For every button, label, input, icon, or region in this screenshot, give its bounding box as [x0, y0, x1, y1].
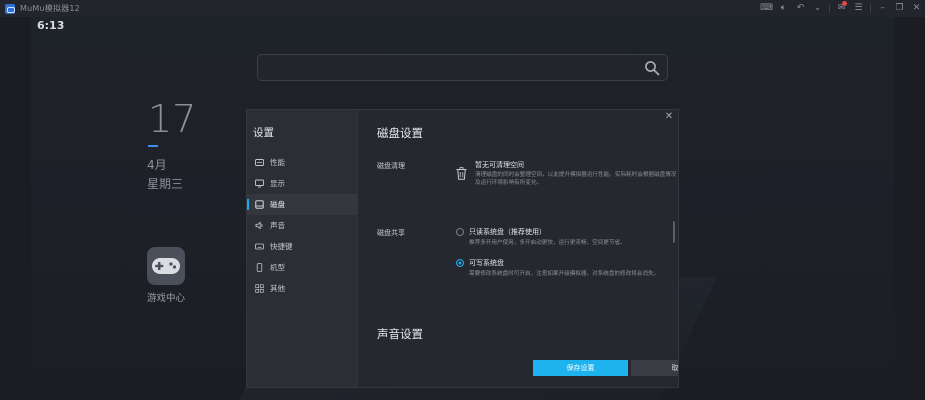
date-day: 17	[148, 97, 197, 141]
nav-label: 显示	[270, 179, 285, 188]
option-writable-description: 需要修改系统盘时可开启，注意如果升级模拟器，对系统盘的修改将会消失。	[469, 271, 660, 277]
menu-icon[interactable]: ☰	[850, 0, 867, 17]
disk-section-title: 磁盘设置	[377, 126, 423, 140]
cleanup-description: 清理磁盘的同时会整理空间，以此提升模拟器运行性能。实际耗时会根据磁盘情况及运行环…	[475, 172, 677, 186]
title-bar: MuMu模拟器12 ⌨ 🔈︎ ↶ ⌄ ✉ ☰ – ❐ ✕	[0, 0, 925, 17]
nav-label: 性能	[270, 158, 285, 167]
emulator-window: MuMu模拟器12 ⌨ 🔈︎ ↶ ⌄ ✉ ☰ – ❐ ✕ 6:13 17 4月 …	[0, 0, 925, 400]
minimize-icon[interactable]: –	[874, 0, 891, 17]
back-icon[interactable]: ↶	[792, 0, 809, 17]
notification-badge	[842, 1, 847, 6]
save-settings-button[interactable]: 保存设置	[533, 360, 628, 376]
cleanup-status: 暂无可清理空间	[475, 161, 524, 169]
disk-cleanup-label: 磁盘清理	[377, 162, 405, 170]
titlebar-divider	[870, 4, 871, 13]
nav-label: 其他	[270, 284, 285, 293]
display-icon	[255, 179, 264, 188]
search-icon[interactable]	[644, 60, 660, 76]
grid-icon	[255, 284, 264, 293]
nav-item-display[interactable]: 显示	[247, 173, 358, 194]
settings-dialog: 设置 性能 显示 磁盘 声音 快捷键 机型 其他 ✕ 磁盘设置 磁盘清理 暂无可…	[247, 110, 678, 387]
date-month: 4月	[147, 158, 167, 172]
settings-title: 设置	[253, 127, 274, 139]
restore-icon[interactable]: ❐	[891, 0, 908, 17]
nav-item-other[interactable]: 其他	[247, 278, 358, 299]
phone-icon	[255, 263, 264, 272]
disk-share-label: 磁盘共享	[377, 229, 405, 237]
nav-item-disk[interactable]: 磁盘	[247, 194, 358, 215]
nav-item-sound[interactable]: 声音	[247, 215, 358, 236]
close-icon[interactable]: ✕	[908, 0, 925, 17]
app-title: MuMu模拟器12	[20, 4, 80, 13]
nav-label: 磁盘	[270, 200, 285, 209]
sound-section-title: 声音设置	[377, 327, 423, 341]
nav-label: 机型	[270, 263, 285, 272]
radio-readonly-system-disk[interactable]	[456, 228, 464, 236]
chevron-down-icon[interactable]: ⌄	[809, 0, 826, 17]
cancel-button[interactable]: 取消	[631, 360, 678, 376]
settings-nav: 性能 显示 磁盘 声音 快捷键 机型 其他	[247, 152, 358, 299]
nav-label: 声音	[270, 221, 285, 230]
volume-icon[interactable]: 🔈︎	[775, 0, 792, 17]
settings-content[interactable]: ✕ 磁盘设置 磁盘清理 暂无可清理空间 清理磁盘的同时会整理空间，以此提升模拟器…	[358, 110, 678, 387]
titlebar-controls: ⌨ 🔈︎ ↶ ⌄ ✉ ☰ – ❐ ✕	[758, 0, 925, 17]
date-weekday: 星期三	[147, 177, 184, 191]
app-logo-icon	[5, 3, 15, 14]
disk-icon	[255, 200, 264, 209]
option-writable-title[interactable]: 可写系统盘	[469, 258, 504, 268]
settings-sidebar: 设置 性能 显示 磁盘 声音 快捷键 机型 其他	[247, 110, 358, 387]
date-accent-line	[148, 145, 158, 147]
keyboard-icon	[255, 242, 264, 251]
right-margin	[894, 17, 925, 400]
search-input[interactable]	[257, 54, 668, 81]
game-center-app-icon[interactable]	[147, 247, 185, 285]
left-margin	[0, 17, 31, 400]
nav-item-performance[interactable]: 性能	[247, 152, 358, 173]
keyboard-icon[interactable]: ⌨	[758, 0, 775, 17]
radio-writable-system-disk[interactable]	[456, 259, 464, 267]
option-readonly-title[interactable]: 只读系统盘（推荐使用）	[469, 227, 546, 237]
status-clock: 6:13	[37, 19, 65, 32]
settings-scrollbar[interactable]	[673, 221, 675, 243]
performance-icon	[255, 158, 264, 167]
trash-icon[interactable]	[456, 167, 467, 180]
titlebar-divider	[829, 4, 830, 13]
option-readonly-description: 推荐多开用户使用，多开启动更快，运行更流畅，空间更节省。	[469, 240, 626, 246]
dialog-close-icon[interactable]: ✕	[663, 111, 675, 123]
gamepad-icon	[152, 258, 180, 274]
notification-icon[interactable]: ✉	[833, 0, 850, 17]
game-center-label: 游戏中心	[147, 293, 186, 304]
nav-item-model[interactable]: 机型	[247, 257, 358, 278]
sound-icon	[255, 221, 264, 230]
nav-item-shortcuts[interactable]: 快捷键	[247, 236, 358, 257]
nav-label: 快捷键	[270, 242, 293, 251]
